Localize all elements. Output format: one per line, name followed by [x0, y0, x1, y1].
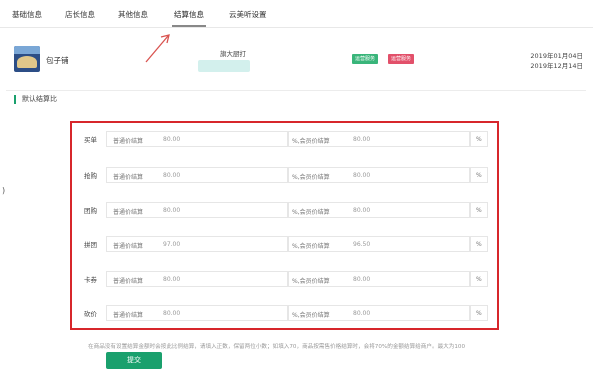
normal-price-ratio-input[interactable]: 普通价结算 80.00 — [106, 305, 288, 321]
percent-suffix: % — [470, 271, 488, 287]
percent-suffix: % — [470, 305, 488, 321]
settlement-row-maidan: 买单 普通价结算 80.00 %,会员价结算 80.00 % — [72, 129, 497, 149]
section-title: 默认结算比 — [14, 95, 57, 104]
normal-price-ratio-input[interactable]: 普通价结算 80.00 — [106, 271, 288, 287]
row-label: 买单 — [84, 136, 97, 144]
normal-price-ratio-input[interactable]: 普通价结算 80.00 — [106, 202, 288, 218]
normal-price-value: 80.00 — [163, 310, 181, 317]
settlement-row-qianggou: 抢购 普通价结算 80.00 %,会员价结算 80.00 % — [72, 165, 497, 185]
normal-price-value: 80.00 — [163, 172, 181, 179]
normal-price-value: 80.00 — [163, 276, 181, 283]
settlement-row-tuangou: 团购 普通价结算 80.00 %,会员价结算 80.00 % — [72, 200, 497, 220]
member-price-ratio-input[interactable]: %,会员价结算 96.50 — [288, 236, 470, 252]
row-label: 团购 — [84, 207, 97, 215]
member-price-ratio-input[interactable]: %,会员价结算 80.00 — [288, 305, 470, 321]
tab-basic-info[interactable]: 基础信息 — [12, 9, 42, 20]
member-price-caption: %,会员价结算 — [292, 243, 330, 250]
member-price-value: 80.00 — [353, 207, 371, 214]
normal-price-ratio-input[interactable]: 普通价结算 80.00 — [106, 167, 288, 183]
percent-suffix: % — [470, 167, 488, 183]
member-price-ratio-input[interactable]: %,会员价结算 80.00 — [288, 131, 470, 147]
normal-price-caption: 普通价结算 — [113, 174, 144, 181]
settlement-panel: 买单 普通价结算 80.00 %,会员价结算 80.00 % 抢购 普通价结算 … — [70, 121, 499, 330]
store-header: 包子铺 旗大厨打 运营服务 运营服务 2019年01月04日 2019年12月1… — [0, 38, 593, 84]
end-date: 2019年12月14日 — [530, 62, 583, 70]
store-name: 包子铺 — [46, 56, 69, 65]
normal-price-caption: 普通价结算 — [113, 278, 144, 285]
start-date: 2019年01月04日 — [530, 52, 583, 60]
member-price-value: 96.50 — [353, 241, 371, 248]
redacted-block — [198, 60, 250, 72]
member-price-caption: %,会员价结算 — [292, 174, 330, 181]
member-price-value: 80.00 — [353, 276, 371, 283]
side-mark: ) — [2, 186, 6, 195]
tab-manager-info[interactable]: 店长信息 — [65, 9, 95, 20]
section-divider — [6, 90, 586, 91]
normal-price-caption: 普通价结算 — [113, 138, 144, 145]
percent-suffix: % — [470, 131, 488, 147]
normal-price-ratio-input[interactable]: 普通价结算 80.00 — [106, 131, 288, 147]
settlement-row-kaquan: 卡券 普通价结算 80.00 %,会员价结算 80.00 % — [72, 269, 497, 289]
row-label: 砍价 — [84, 310, 97, 318]
row-label: 抢购 — [84, 172, 97, 180]
help-text: 在商品没有设置结算金额时会按此比例结算，请填入正数，保留两位小数；如填入70，商… — [88, 344, 466, 350]
normal-price-caption: 普通价结算 — [113, 312, 144, 319]
member-price-ratio-input[interactable]: %,会员价结算 80.00 — [288, 271, 470, 287]
member-price-ratio-input[interactable]: %,会员价结算 80.00 — [288, 202, 470, 218]
normal-price-value: 80.00 — [163, 207, 181, 214]
tab-bar: 基础信息 店长信息 其他信息 结算信息 云美听设置 — [0, 0, 593, 28]
normal-price-value: 80.00 — [163, 136, 181, 143]
member-price-value: 80.00 — [353, 136, 371, 143]
member-price-caption: %,会员价结算 — [292, 138, 330, 145]
tab-other-info[interactable]: 其他信息 — [118, 9, 148, 20]
normal-price-caption: 普通价结算 — [113, 209, 144, 216]
tab-cloud-settings[interactable]: 云美听设置 — [229, 9, 267, 20]
member-price-caption: %,会员价结算 — [292, 209, 330, 216]
percent-suffix: % — [470, 202, 488, 218]
member-price-value: 80.00 — [353, 310, 371, 317]
active-tab-indicator — [172, 25, 206, 27]
store-avatar — [14, 46, 40, 72]
member-price-ratio-input[interactable]: %,会员价结算 80.00 — [288, 167, 470, 183]
row-label: 卡券 — [84, 276, 97, 284]
submit-button[interactable]: 提交 — [106, 352, 162, 369]
normal-price-value: 97.00 — [163, 241, 181, 248]
store-address: 旗大厨打 — [220, 50, 246, 58]
service-badge-green: 运营服务 — [352, 54, 379, 64]
row-label: 拼团 — [84, 241, 97, 249]
service-badge-red: 运营服务 — [388, 54, 415, 64]
member-price-caption: %,会员价结算 — [292, 312, 330, 319]
percent-suffix: % — [470, 236, 488, 252]
normal-price-caption: 普通价结算 — [113, 243, 144, 250]
member-price-caption: %,会员价结算 — [292, 278, 330, 285]
member-price-value: 80.00 — [353, 172, 371, 179]
settlement-row-pintuan: 拼团 普通价结算 97.00 %,会员价结算 96.50 % — [72, 234, 497, 254]
settlement-row-kanjia: 砍价 普通价结算 80.00 %,会员价结算 80.00 % — [72, 303, 497, 323]
tab-settlement-info[interactable]: 结算信息 — [174, 9, 204, 20]
normal-price-ratio-input[interactable]: 普通价结算 97.00 — [106, 236, 288, 252]
